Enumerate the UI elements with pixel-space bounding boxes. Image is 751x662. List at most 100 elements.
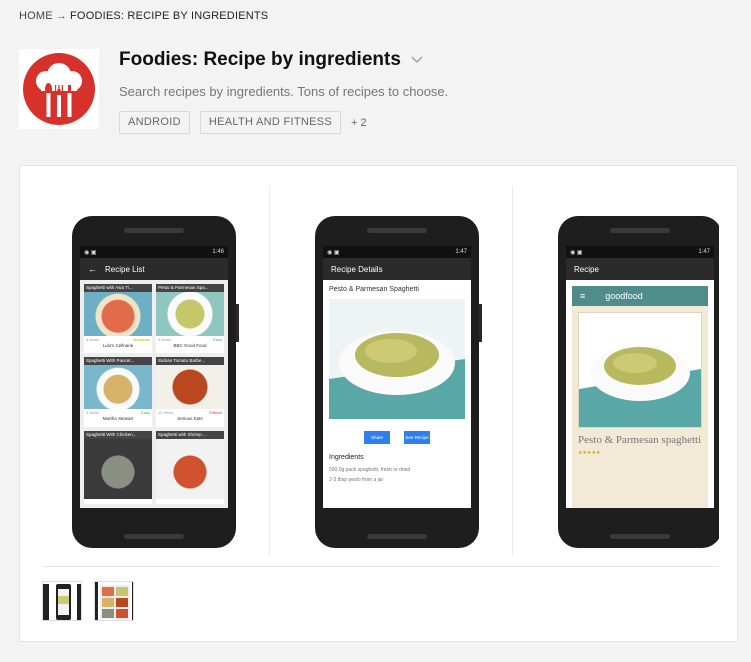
chevron-down-icon[interactable] — [411, 56, 423, 64]
screenshot-recipe-details[interactable]: ◉ ▣ 1:47 Recipe Details Pesto & Parmesan … — [315, 216, 482, 548]
app-bar: Recipe — [566, 258, 714, 280]
ingredients-heading: Ingredients — [329, 454, 364, 461]
phone-screen: ◉ ▣ 1:46 ← Recipe List Spaghetti with Asia… — [80, 246, 228, 508]
recipe-tile-title: Spaghetti With Pancet... — [84, 357, 152, 366]
thumbnail-1[interactable] — [42, 581, 82, 621]
app-bar: ← Recipe List — [80, 258, 228, 280]
recipe-tile-title: Spaghetti with Asia Ti... — [84, 284, 152, 292]
share-button[interactable]: Share — [364, 431, 390, 444]
recipe-image — [156, 365, 224, 410]
chef-hat-cutlery-icon — [19, 49, 99, 129]
recipe-source: BBC Good Food — [173, 343, 207, 348]
recipe-source: Serious Eats — [177, 416, 203, 422]
status-bar: ◉ ▣ 1:46 — [80, 246, 228, 258]
breadcrumb: HOME → FOODIES: RECIPE BY INGREDIENTS — [19, 10, 268, 22]
screenshot-divider — [512, 186, 513, 556]
tag-health-and-fitness[interactable]: HEALTH AND FITNESS — [199, 111, 341, 134]
status-bar: ◉ ▣ 1:47 — [323, 246, 471, 258]
recipe-meta: 6 Items Moderate — [84, 336, 152, 343]
status-time: 1:47 — [455, 249, 467, 255]
recipe-items: 5 Items — [86, 410, 100, 416]
ingredient-line: 2-3 tbsp pesto from a jar — [329, 477, 384, 483]
screenshot-strip[interactable]: ◉ ▣ 1:46 ← Recipe List Spaghetti with Asia… — [42, 186, 719, 566]
recipe-tile: Spaghetti with Shrimp ... — [156, 430, 224, 504]
recipe-tile: Spaghetti With Pancet... 5 Items Easy Mar… — [84, 357, 152, 427]
recipe-tile: Pesto & Parmesan Spa... 9 Items Easy BBC … — [156, 284, 224, 354]
recipe-source: Lulu's Cellnarie — [102, 343, 134, 348]
phone-speaker — [610, 534, 670, 539]
screenshot-gallery: ◉ ▣ 1:46 ← Recipe List Spaghetti with Asia… — [19, 165, 738, 642]
more-tags-count[interactable]: + 2 — [351, 117, 367, 129]
recipe-tile-title: Spaghetti with Shrimp ... — [156, 430, 224, 439]
recipe-grid: Spaghetti with Asia Ti... 6 Items Moderat… — [80, 280, 228, 508]
app-bar-title: Recipe — [574, 264, 599, 274]
tag-list: ANDROID HEALTH AND FITNESS + 2 — [119, 111, 367, 134]
recipe-difficulty: Difficult — [208, 410, 222, 416]
thumbnail-2[interactable] — [94, 581, 134, 621]
status-icons: ◉ ▣ — [84, 249, 97, 256]
recipe-items: 9 Items — [158, 337, 172, 342]
recipe-source: Martha Stewart — [102, 416, 134, 422]
phone-screen: ◉ ▣ 1:47 Recipe ≡ goodfood Pesto & Parmesa… — [566, 246, 714, 508]
recipe-tile: Spaghetti with Asia Ti... 6 Items Moderat… — [84, 284, 152, 354]
phone-side-button — [236, 304, 239, 342]
recipe-tile-title: Spaghetti With Chicken... — [84, 430, 152, 439]
recipe-image — [84, 292, 152, 336]
rating-stars-icon: ★★★★★ — [578, 450, 601, 456]
action-buttons: Share See Recipe — [323, 431, 471, 444]
ingredient-line: 500.0g pack spaghetti, fresh or dried — [329, 467, 411, 473]
phone-speaker — [124, 534, 184, 539]
recipe-meta: 9 Items Easy — [156, 336, 224, 343]
breadcrumb-home-link[interactable]: HOME — [19, 10, 53, 22]
recipe-image — [156, 438, 224, 499]
recipe-items: 12 Items — [158, 410, 174, 416]
thumbnail-image — [95, 582, 133, 620]
phone-speaker — [367, 534, 427, 539]
goodfood-logo: goodfood — [605, 291, 643, 301]
status-bar: ◉ ▣ 1:47 — [566, 246, 714, 258]
recipe-meta: 5 Items Easy — [84, 409, 152, 416]
recipe-image — [156, 292, 224, 336]
see-recipe-button[interactable]: See Recipe — [404, 431, 430, 444]
recipe-title: Pesto & Parmesan spaghetti — [578, 434, 702, 446]
back-arrow-icon: ← — [88, 264, 97, 274]
recipe-tile: Spaghetti With Chicken... — [84, 430, 152, 504]
pasta-bowl-illustration — [579, 313, 701, 427]
phone-speaker — [367, 228, 427, 233]
app-subtitle: Search recipes by ingredients. Tons of r… — [119, 84, 449, 99]
recipe-items: 6 Items — [86, 337, 100, 342]
hamburger-menu-icon: ≡ — [580, 291, 586, 301]
breadcrumb-current: FOODIES: RECIPE BY INGREDIENTS — [70, 10, 269, 22]
recipe-image — [84, 365, 152, 410]
app-bar-title: Recipe List — [105, 264, 145, 274]
recipe-image — [84, 438, 152, 499]
phone-speaker — [124, 228, 184, 233]
app-title: Foodies: Recipe by ingredients — [119, 49, 401, 70]
screenshot-recipe-list[interactable]: ◉ ▣ 1:46 ← Recipe List Spaghetti with Asia… — [72, 216, 239, 548]
app-bar: Recipe Details — [323, 258, 471, 280]
screenshot-divider — [269, 186, 270, 556]
status-icons: ◉ ▣ — [327, 249, 340, 256]
goodfood-header: ≡ goodfood — [572, 286, 708, 306]
thumbnail-image — [43, 584, 81, 620]
recipe-image — [329, 299, 465, 419]
status-icons: ◉ ▣ — [570, 249, 583, 256]
recipe-tile: Sicilian Tomato Barbe... 12 Items Difficu… — [156, 357, 224, 427]
recipe-difficulty: Moderate — [133, 337, 150, 342]
thumbnail-row — [42, 581, 134, 621]
recipe-title: Pesto & Parmesan Spaghetti — [329, 286, 419, 293]
recipe-difficulty: Easy — [141, 410, 150, 416]
screenshot-goodfood-recipe[interactable]: ◉ ▣ 1:47 Recipe ≡ goodfood Pesto & Parmesa… — [558, 216, 719, 548]
tag-android[interactable]: ANDROID — [119, 111, 190, 134]
phone-side-button — [479, 304, 482, 342]
app-icon — [19, 49, 99, 129]
recipe-meta: 12 Items Difficult — [156, 409, 224, 416]
goodfood-body: Pesto & Parmesan spaghetti ★★★★★ — [572, 306, 708, 508]
pasta-bowl-illustration — [329, 299, 465, 419]
breadcrumb-separator: → — [55, 10, 68, 22]
status-time: 1:46 — [212, 249, 224, 255]
recipe-tile-title: Pesto & Parmesan Spa... — [156, 284, 224, 292]
recipe-difficulty: Easy — [213, 337, 222, 342]
phone-screen: ◉ ▣ 1:47 Recipe Details Pesto & Parmesan … — [323, 246, 471, 508]
title-row: Foodies: Recipe by ingredients — [119, 49, 423, 71]
